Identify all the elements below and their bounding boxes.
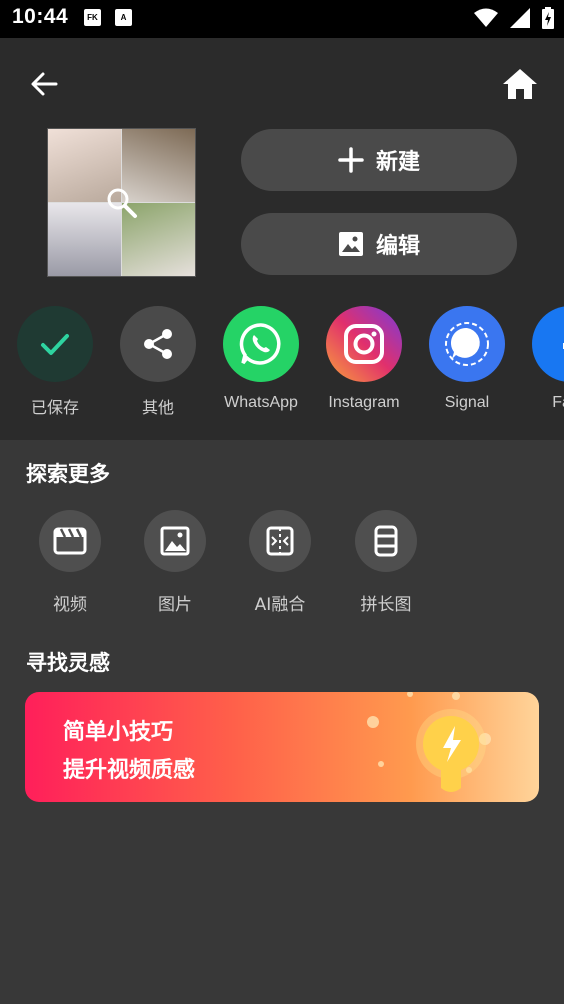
video-icon (53, 527, 87, 555)
tool-label: 拼长图 (360, 595, 412, 615)
signal-badge (429, 306, 505, 382)
check-icon (41, 334, 69, 355)
notification-a-icon: A (115, 9, 132, 26)
tool-ai-merge[interactable]: AI融合 (235, 510, 325, 615)
instagram-badge (326, 306, 402, 382)
cell-signal-icon (510, 8, 530, 28)
facebook-icon (563, 343, 564, 349)
whatsapp-badge (223, 306, 299, 382)
share-label: Instagram (328, 394, 400, 411)
inspiration-title: 寻找灵感 (26, 651, 110, 675)
tool-long-image[interactable]: 拼长图 (341, 510, 431, 615)
tips-banner[interactable]: 简单小技巧 提升视频质感 (25, 692, 539, 802)
status-time: 10:44 (12, 5, 69, 28)
share-whatsapp[interactable]: WhatsApp (209, 306, 313, 412)
lightbulb-icon (367, 692, 491, 792)
share-facebook[interactable]: Face (518, 306, 564, 412)
tool-label: 图片 (158, 595, 192, 615)
long-image-icon (374, 525, 398, 557)
battery-icon (542, 7, 554, 29)
tool-long-image-circle (355, 510, 417, 572)
share-label: 其他 (141, 400, 174, 417)
ai-merge-icon (266, 526, 294, 556)
share-instagram[interactable]: Instagram (312, 306, 416, 412)
banner-title: 简单小技巧 (63, 720, 174, 745)
share-signal[interactable]: Signal (415, 306, 519, 412)
home-button[interactable] (500, 64, 540, 104)
whatsapp-icon (239, 323, 281, 365)
instagram-icon (344, 324, 384, 364)
notification-fk-icon: FK (84, 9, 101, 26)
banner-subtitle: 提升视频质感 (63, 758, 196, 783)
image-icon (338, 232, 363, 256)
zoom-icon (107, 188, 137, 218)
back-button[interactable] (26, 66, 62, 102)
share-label: 已保存 (30, 400, 79, 417)
explore-title: 探索更多 (26, 462, 110, 486)
share-targets-row: 已保存 其他 WhatsApp Instagram Signal F (0, 306, 564, 426)
tool-label: 视频 (53, 595, 87, 615)
home-icon (503, 69, 537, 99)
tool-image[interactable]: 图片 (130, 510, 220, 615)
image-icon (160, 526, 190, 556)
export-result-panel: 新建 编辑 已保存 其他 WhatsApp Instagram Signal F (0, 38, 564, 440)
share-other[interactable]: 其他 (106, 306, 210, 418)
facebook-badge (532, 306, 564, 382)
tool-video[interactable]: 视频 (25, 510, 115, 615)
status-bar: 10:44 FK A (0, 0, 564, 38)
other-badge (120, 306, 196, 382)
signal-icon (445, 322, 489, 366)
arrow-left-icon (31, 72, 58, 96)
share-label: Face (552, 394, 564, 411)
wifi-icon (474, 8, 498, 27)
edit-label: 编辑 (375, 234, 420, 259)
share-label: WhatsApp (224, 394, 298, 411)
tool-ai-merge-circle (249, 510, 311, 572)
new-project-button[interactable]: 新建 (241, 129, 517, 191)
share-saved[interactable]: 已保存 (3, 306, 107, 418)
preview-thumbnail[interactable] (47, 128, 196, 277)
share-label: Signal (444, 394, 490, 411)
new-project-label: 新建 (375, 150, 420, 175)
saved-badge (17, 306, 93, 382)
tool-image-circle (144, 510, 206, 572)
plus-icon (338, 147, 364, 173)
tool-label: AI融合 (254, 595, 306, 615)
share-icon (144, 329, 172, 359)
edit-button[interactable]: 编辑 (241, 213, 517, 275)
tool-video-circle (39, 510, 101, 572)
